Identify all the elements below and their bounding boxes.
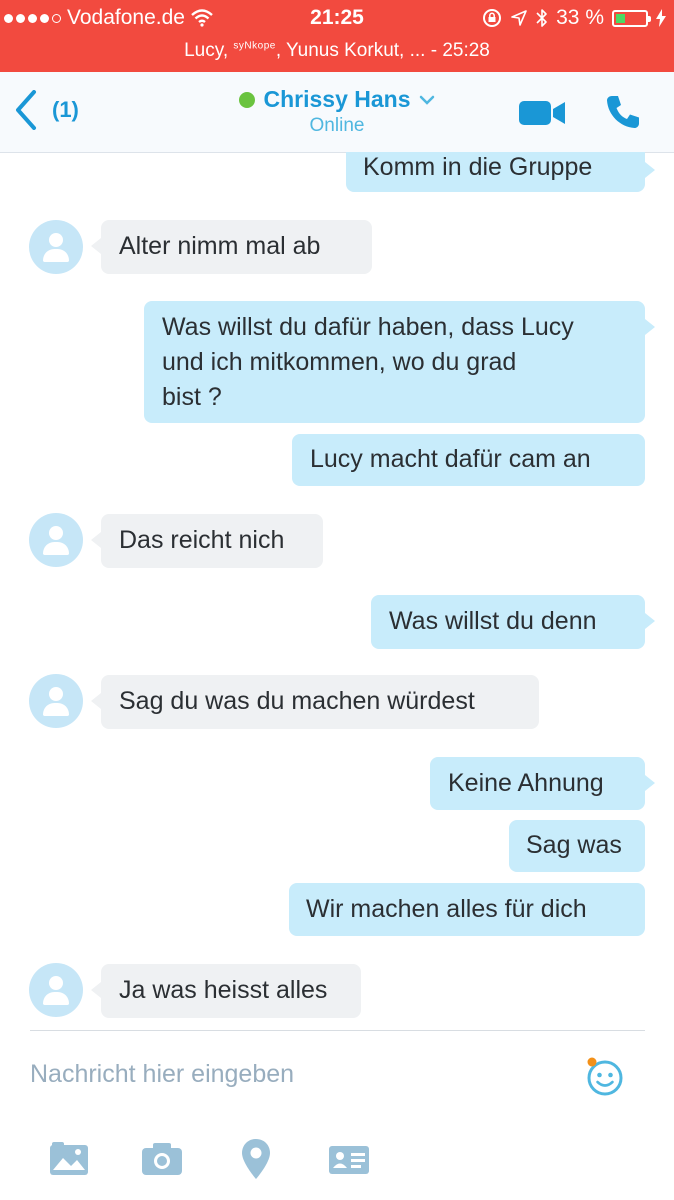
avatar[interactable]: [29, 513, 83, 567]
avatar[interactable]: [29, 220, 83, 274]
call-banner-superscript: syNkope: [233, 40, 276, 52]
camera-icon[interactable]: [141, 1142, 183, 1176]
message-text: Sag was: [526, 831, 622, 859]
message-outgoing[interactable]: Komm in die Gruppe: [346, 152, 655, 192]
message-list[interactable]: Komm in die Gruppe Alter nimm mal ab Was…: [0, 152, 674, 1022]
contact-status: Online: [309, 115, 365, 136]
online-status-dot: [239, 91, 256, 108]
composer-divider: [30, 1030, 645, 1031]
charging-bolt-icon: [656, 9, 666, 27]
message-outgoing[interactable]: Sag was: [509, 820, 645, 872]
message-outgoing[interactable]: Was willst du dafür haben, dass Lucy und…: [144, 301, 655, 423]
message-text: Wir machen alles für dich: [306, 895, 587, 923]
location-pin-icon[interactable]: [241, 1138, 271, 1180]
message-text-line: Was willst du dafür haben, dass Lucy: [162, 313, 574, 341]
message-text-line: bist ?: [162, 383, 222, 411]
message-incoming[interactable]: Sag du was du machen würdest: [91, 675, 539, 729]
active-call-banner[interactable]: Lucy, syNkope, Yunus Korkut, ... - 25:28: [0, 40, 674, 62]
message-text: Komm in die Gruppe: [363, 153, 593, 181]
bluetooth-icon: [536, 9, 547, 27]
message-incoming[interactable]: Alter nimm mal ab: [91, 220, 372, 274]
message-outgoing[interactable]: Wir machen alles für dich: [289, 883, 645, 936]
call-banner-name: Lucy,: [184, 40, 229, 61]
message-outgoing[interactable]: Lucy macht dafür cam an: [292, 434, 645, 486]
emoji-icon[interactable]: [585, 1056, 627, 1098]
message-text: Lucy macht dafür cam an: [310, 445, 591, 473]
contact-name: Chrissy Hans: [263, 86, 411, 112]
message-input[interactable]: Nachricht hier eingeben: [30, 1060, 294, 1089]
location-arrow-icon: [511, 10, 527, 26]
message-incoming[interactable]: Ja was heisst alles: [91, 964, 361, 1018]
message-outgoing[interactable]: Was willst du denn: [371, 595, 655, 649]
battery-percentage: 33 %: [556, 6, 604, 29]
message-text: Das reicht nich: [119, 526, 285, 554]
message-text: Alter nimm mal ab: [119, 232, 321, 260]
attachment-toolbar: [0, 1135, 674, 1185]
message-text-line: und ich mitkommen, wo du grad: [162, 348, 517, 376]
battery-icon: [612, 9, 651, 27]
chevron-down-icon: [419, 95, 434, 105]
avatar[interactable]: [29, 963, 83, 1017]
contact-card-icon[interactable]: [328, 1145, 370, 1175]
avatar[interactable]: [29, 674, 83, 728]
message-text: Ja was heisst alles: [119, 976, 328, 1004]
status-bar: Vodafone.de 21:25 33 % Lucy, syNkope, Yu…: [0, 0, 674, 72]
message-text: Sag du was du machen würdest: [119, 687, 475, 715]
rotation-lock-icon: [483, 9, 502, 27]
gallery-icon[interactable]: [49, 1142, 89, 1176]
video-call-icon[interactable]: [519, 100, 567, 126]
message-incoming[interactable]: Das reicht nich: [91, 514, 323, 568]
chat-header: (1) Chrissy Hans Online: [0, 72, 674, 153]
message-text: Was willst du denn: [389, 607, 597, 635]
contact-info[interactable]: Chrissy Hans Online: [0, 86, 674, 137]
phone-call-icon[interactable]: [605, 94, 641, 130]
message-text: Keine Ahnung: [448, 769, 604, 797]
call-banner-participants: , Yunus Korkut, ... - 25:28: [275, 40, 490, 61]
message-outgoing[interactable]: Keine Ahnung: [430, 757, 655, 810]
